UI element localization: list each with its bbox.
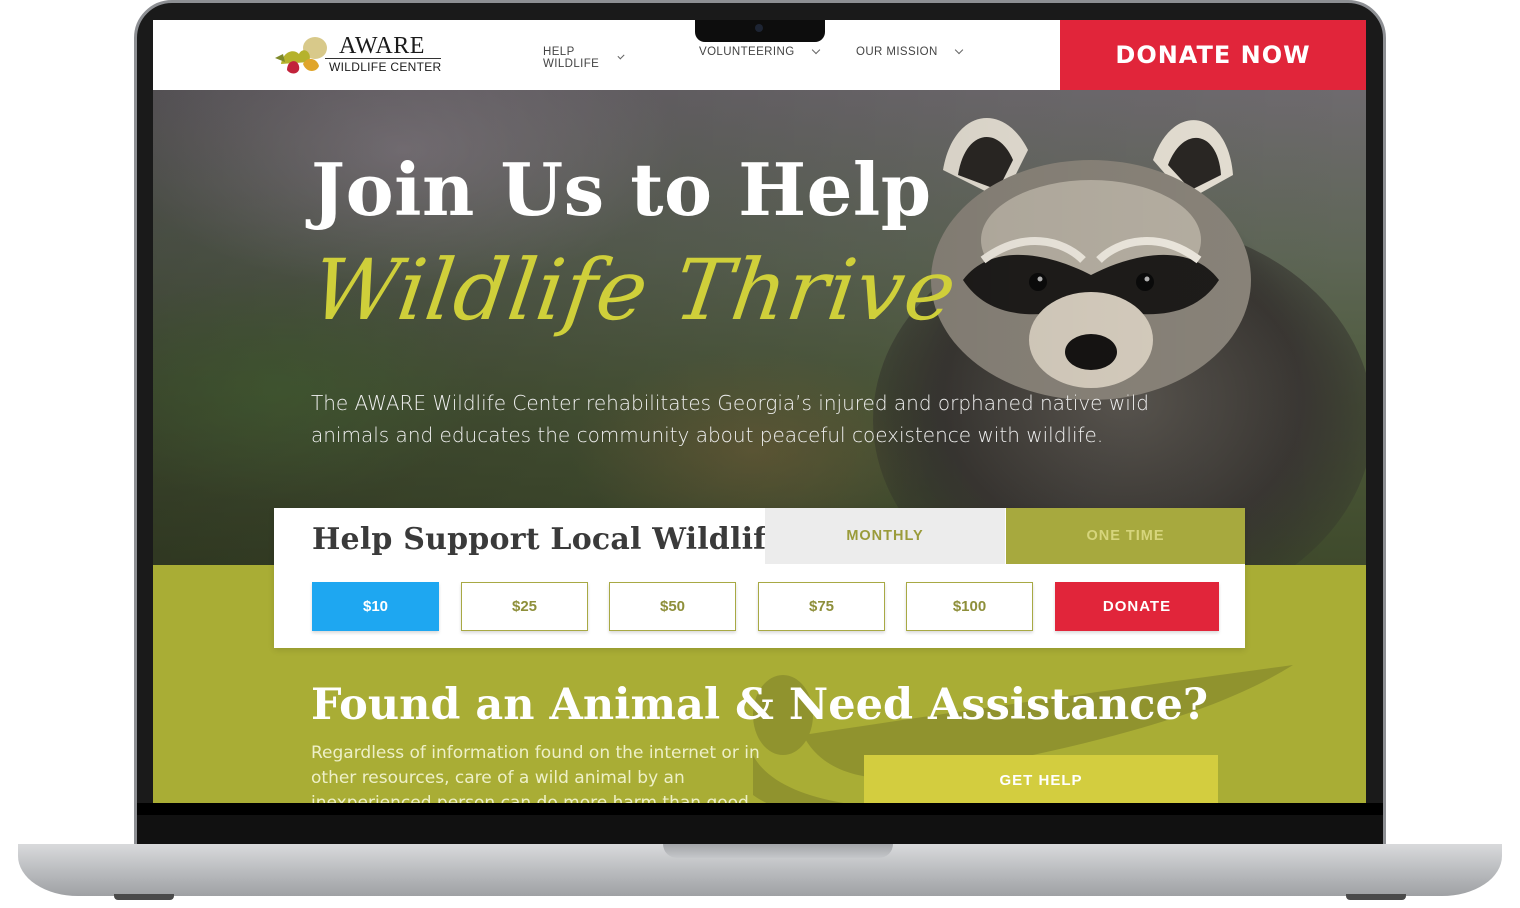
hero-script-title: Wildlife Thrive bbox=[306, 241, 963, 339]
logo-animals-icon bbox=[275, 37, 327, 74]
laptop-notch bbox=[663, 844, 893, 858]
donation-title: Help Support Local Wildlife bbox=[312, 522, 786, 557]
laptop-base bbox=[18, 844, 1502, 900]
laptop-bezel bbox=[137, 803, 1383, 845]
amount-25-button[interactable]: $25 bbox=[461, 582, 588, 631]
hero-description: The AWARE Wildlife Center rehabilitates … bbox=[311, 391, 1149, 447]
logo-subtitle: WILDLIFE CENTER bbox=[329, 60, 442, 74]
amount-10-button[interactable]: $10 bbox=[312, 582, 439, 631]
nav-label: OUR MISSION bbox=[856, 46, 938, 58]
chevron-down-icon bbox=[954, 45, 963, 55]
nav-volunteering[interactable]: VOLUNTEERING bbox=[699, 45, 829, 58]
donate-now-button[interactable]: DONATE NOW bbox=[1060, 20, 1366, 90]
nav-help-wildlife[interactable]: HELP WILDLIFE bbox=[543, 46, 625, 70]
tab-monthly[interactable]: MONTHLY bbox=[765, 508, 1005, 564]
hero-title: Join Us to Help bbox=[311, 147, 932, 232]
tab-one-time[interactable]: ONE TIME bbox=[1006, 508, 1245, 564]
assistance-title: Found an Animal & Need Assistance? bbox=[311, 680, 1209, 730]
laptop-foot bbox=[1346, 894, 1406, 900]
logo-divider bbox=[325, 58, 441, 59]
get-help-button[interactable]: GET HELP bbox=[864, 755, 1218, 803]
nav-label: HELP WILDLIFE bbox=[543, 46, 600, 70]
amount-options: $10 $25 $50 $75 $100 DONATE bbox=[312, 582, 1220, 632]
chevron-down-icon bbox=[617, 52, 625, 60]
camera-notch bbox=[695, 20, 825, 42]
laptop-foot bbox=[114, 894, 174, 900]
site-logo[interactable]: AWARE WILDLIFE CENTER bbox=[273, 32, 443, 76]
amount-75-button[interactable]: $75 bbox=[758, 582, 885, 631]
laptop-screen: AWARE WILDLIFE CENTER HELP WILDLIFE VOLU… bbox=[153, 20, 1366, 803]
donation-card: Help Support Local Wildlife MONTHLY ONE … bbox=[274, 508, 1245, 648]
amount-100-button[interactable]: $100 bbox=[906, 582, 1033, 631]
nav-label: VOLUNTEERING bbox=[699, 46, 795, 58]
amount-50-button[interactable]: $50 bbox=[609, 582, 736, 631]
nav-our-mission[interactable]: OUR MISSION bbox=[856, 45, 986, 58]
chevron-down-icon bbox=[811, 45, 820, 55]
logo-title: AWARE bbox=[339, 33, 425, 59]
donate-button[interactable]: DONATE bbox=[1055, 582, 1219, 631]
hero-section: Join Us to Help Wildlife Thrive The AWAR… bbox=[153, 90, 1366, 565]
assistance-description: Regardless of information found on the i… bbox=[311, 743, 760, 803]
